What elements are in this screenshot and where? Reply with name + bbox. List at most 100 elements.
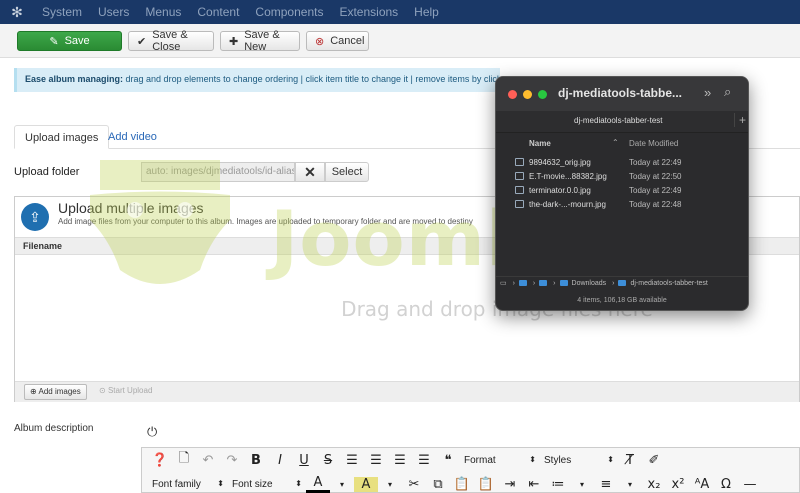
styles-dropdown[interactable]: Styles ⬍ bbox=[540, 455, 618, 466]
bold-icon[interactable]: B bbox=[244, 453, 268, 468]
align-right-icon[interactable]: ☰ bbox=[412, 453, 436, 468]
upload-folder-input[interactable]: auto: images/djmediatools/id-alias bbox=[141, 162, 295, 182]
cut-icon[interactable]: ✂ bbox=[402, 477, 426, 492]
save-new-label: Save & New bbox=[244, 29, 280, 53]
name-column-header[interactable]: Name bbox=[529, 139, 551, 148]
dropdown-caret-icon: ⬍ bbox=[295, 478, 302, 488]
date-column-header[interactable]: Date Modified bbox=[629, 139, 678, 148]
bullet-list-caret-icon[interactable]: ▾ bbox=[618, 480, 642, 489]
new-document-icon[interactable]: 🗋 bbox=[172, 449, 196, 471]
subscript-icon[interactable]: x₂ bbox=[642, 477, 666, 492]
joomla-logo-icon[interactable]: ✻ bbox=[0, 0, 34, 24]
folder-icon[interactable] bbox=[518, 280, 527, 287]
dropdown-caret-icon: ⬍ bbox=[529, 454, 536, 464]
save-label: Save bbox=[64, 35, 90, 47]
disk-icon[interactable]: ▭ bbox=[500, 280, 507, 287]
paste-icon[interactable]: 📋 bbox=[450, 477, 474, 492]
path-downloads[interactable]: Downloads bbox=[572, 280, 607, 287]
format-label: Format bbox=[464, 454, 496, 466]
minimize-window-icon[interactable] bbox=[523, 90, 532, 99]
clear-folder-button[interactable]: ✕ bbox=[295, 162, 325, 182]
path-current-folder[interactable]: dj-mediatools-tabber-test bbox=[630, 280, 707, 287]
tab-upload-images[interactable]: Upload images bbox=[14, 125, 110, 149]
finder-window[interactable]: dj-mediatools-tabbe... » ⌕ dj-mediatools… bbox=[495, 76, 749, 311]
font-size-dropdown[interactable]: Font size ⬍ bbox=[228, 479, 306, 490]
image-file-icon bbox=[515, 186, 524, 194]
zoom-window-icon[interactable] bbox=[538, 90, 547, 99]
chevron-right-double-icon[interactable]: » bbox=[704, 85, 711, 100]
select-folder-button[interactable]: Select bbox=[325, 162, 369, 182]
blockquote-icon[interactable]: ❝ bbox=[436, 453, 460, 468]
file-row[interactable]: the-dark-...-mourn.jpg Today at 22:48 bbox=[496, 198, 748, 212]
superscript-icon[interactable]: x² bbox=[666, 477, 690, 492]
align-left-icon[interactable]: ☰ bbox=[388, 453, 412, 468]
admin-top-nav: ✻ System Users Menus Content Components … bbox=[0, 0, 800, 24]
info-text: drag and drop elements to change orderin… bbox=[125, 74, 500, 84]
menu-help[interactable]: Help bbox=[406, 5, 447, 19]
power-icon[interactable]: ⏻ bbox=[147, 424, 157, 440]
text-color-caret-icon[interactable]: ▾ bbox=[330, 480, 354, 489]
editor-toolbar: ❓ 🗋 ↶ ↷ B I U S ☰ ☰ ☰ ☰ ❝ Format ⬍ Styles… bbox=[141, 447, 800, 493]
file-name: E.T-movie...88382.jpg bbox=[529, 172, 607, 181]
finder-column-headers: Name ⌃ Date Modified bbox=[496, 135, 748, 151]
search-icon[interactable]: ⌕ bbox=[724, 84, 731, 100]
finder-titlebar[interactable]: dj-mediatools-tabbe... » ⌕ bbox=[496, 77, 748, 111]
finder-tab[interactable]: dj-mediatools-tabber-test bbox=[574, 116, 662, 125]
background-color-icon[interactable]: A bbox=[354, 476, 378, 492]
align-center-icon[interactable]: ☰ bbox=[364, 453, 388, 468]
cancel-button[interactable]: ⊗ Cancel bbox=[306, 31, 369, 51]
file-name: terminator.0.0.jpg bbox=[529, 186, 591, 195]
clear-formatting-icon[interactable]: T̸ bbox=[618, 453, 642, 468]
image-file-icon bbox=[515, 158, 524, 166]
save-close-button[interactable]: ✔ Save & Close bbox=[128, 29, 214, 53]
text-color-icon[interactable]: A bbox=[306, 475, 330, 493]
strikethrough-icon[interactable]: S bbox=[316, 453, 340, 468]
save-new-button[interactable]: ✚ Save & New bbox=[220, 29, 300, 53]
menu-system[interactable]: System bbox=[34, 5, 90, 19]
align-justify-icon[interactable]: ☰ bbox=[340, 453, 364, 468]
copy-icon[interactable]: ⧉ bbox=[426, 477, 450, 492]
underline-icon[interactable]: U bbox=[292, 453, 316, 468]
indent-icon[interactable]: ⇥ bbox=[498, 477, 522, 492]
font-size-label: Font size bbox=[232, 478, 273, 490]
italic-icon[interactable]: I bbox=[268, 453, 292, 468]
undo-icon[interactable]: ↶ bbox=[196, 453, 220, 468]
add-images-button[interactable]: ⊕ Add images bbox=[24, 384, 87, 400]
horizontal-rule-icon[interactable]: — bbox=[738, 477, 762, 492]
outdent-icon[interactable]: ⇤ bbox=[522, 477, 546, 492]
omega-icon[interactable]: Ω bbox=[714, 477, 738, 492]
menu-menus[interactable]: Menus bbox=[137, 5, 189, 19]
new-tab-icon[interactable]: + bbox=[734, 113, 746, 127]
finder-path-bar: ▭ › › › Downloads › dj-mediatools-tabber-t… bbox=[496, 276, 748, 290]
numbered-list-caret-icon[interactable]: ▾ bbox=[570, 480, 594, 489]
start-upload-label: Start Upload bbox=[107, 386, 153, 395]
help-icon[interactable]: ❓ bbox=[148, 453, 172, 468]
file-name: 9894632_orig.jpg bbox=[529, 158, 591, 167]
image-file-icon bbox=[515, 200, 524, 208]
add-circle-icon: ⊕ bbox=[30, 387, 37, 396]
format-dropdown[interactable]: Format ⬍ bbox=[460, 455, 540, 466]
menu-content[interactable]: Content bbox=[189, 5, 247, 19]
menu-components[interactable]: Components bbox=[247, 5, 331, 19]
save-button[interactable]: ✎ Save bbox=[17, 31, 122, 51]
paint-format-icon[interactable]: ✐ bbox=[642, 453, 666, 468]
finder-tab-bar: dj-mediatools-tabber-test + bbox=[496, 111, 748, 133]
menu-users[interactable]: Users bbox=[90, 5, 137, 19]
font-family-dropdown[interactable]: Font family ⬍ bbox=[148, 479, 228, 490]
file-row[interactable]: 9894632_orig.jpg Today at 22:49 bbox=[496, 156, 748, 170]
edit-icon: ✎ bbox=[49, 35, 59, 48]
folder-icon[interactable] bbox=[539, 280, 548, 287]
menu-extensions[interactable]: Extensions bbox=[331, 5, 406, 19]
background-color-caret-icon[interactable]: ▾ bbox=[378, 480, 402, 489]
close-window-icon[interactable] bbox=[508, 90, 517, 99]
start-upload-button[interactable]: ⊙ Start Upload bbox=[99, 386, 152, 395]
file-row[interactable]: terminator.0.0.jpg Today at 22:49 bbox=[496, 184, 748, 198]
font-size-aa-icon[interactable]: ᴬA bbox=[690, 477, 714, 492]
tab-add-video[interactable]: Add video bbox=[98, 125, 167, 149]
file-row[interactable]: E.T-movie...88382.jpg Today at 22:50 bbox=[496, 170, 748, 184]
numbered-list-icon[interactable]: ≔ bbox=[546, 477, 570, 492]
dropdown-caret-icon: ⬍ bbox=[607, 454, 614, 464]
redo-icon[interactable]: ↷ bbox=[220, 453, 244, 468]
bullet-list-icon[interactable]: ≡ bbox=[594, 477, 618, 492]
paste-text-icon[interactable]: 📋 bbox=[474, 477, 498, 492]
